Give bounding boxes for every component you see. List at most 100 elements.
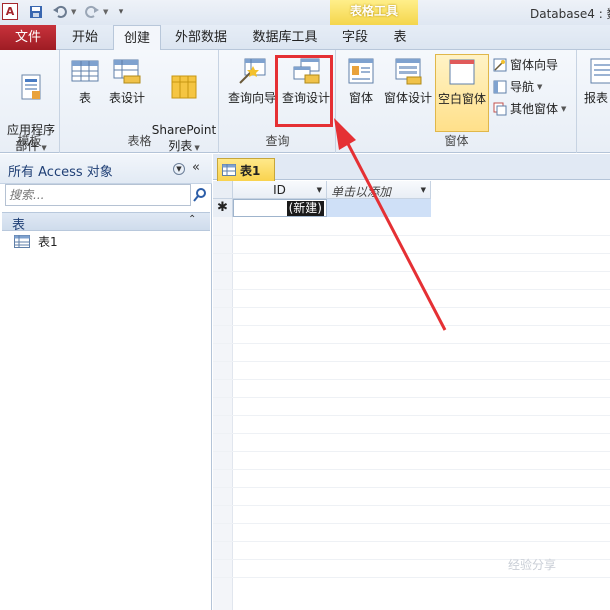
table-tools-context-header: 表格工具 [330,0,418,25]
navigation-pane: 所有 Access 对象 ▼ « 表 ⌃ 表1 [0,154,212,610]
grid-line [213,433,610,434]
tab-fields[interactable]: 字段 [336,25,374,50]
grid-line [213,289,610,290]
redo-icon [85,5,99,18]
cell-click-to-add-new-record[interactable] [327,199,431,217]
access-logo-icon[interactable]: A [2,3,18,20]
customize-toolbar-icon[interactable]: ▾ [116,3,126,21]
column-header-click-to-add[interactable]: 单击以添加 ▼ [327,181,431,199]
more-forms-dropdown-icon: ▼ [561,104,567,113]
column-dropdown-icon[interactable]: ▼ [317,186,322,194]
cell-id-new-record[interactable]: (新建) [233,199,327,217]
grid-line [213,577,610,578]
table-label: 表 [78,91,91,105]
form-icon [348,58,374,84]
more-forms-label: 其他窗体 [510,102,559,116]
window-title: Database4 : 数 [530,7,610,21]
grid-line [213,235,610,236]
document-tab-table1[interactable]: 表1 [217,158,275,181]
group-templates: 应用程序 部件 ▼ 模板 [0,50,60,153]
form-design-label: 窗体设计 [383,91,432,105]
grid-line [213,397,610,398]
form-label: 窗体 [348,91,373,105]
select-all-cell[interactable] [213,181,233,199]
query-wizard-button[interactable]: 查询向导 [226,56,278,106]
more-forms-button[interactable]: 其他窗体 ▼ [493,100,566,117]
new-record-label: (新建) [286,201,324,216]
grid-line [213,469,610,470]
tab-home[interactable]: 开始 [64,25,106,50]
shutter-bar-collapse-icon[interactable]: « [192,160,200,175]
tab-database-tools[interactable]: 数据库工具 [245,25,325,50]
navigation-button[interactable]: 导航 ▼ [493,78,542,95]
column-dropdown-icon[interactable]: ▼ [421,186,426,194]
save-icon [30,6,42,18]
nav-item-table1[interactable]: 表1 [14,232,58,250]
navigation-label: 导航 [510,80,535,94]
grid-line [213,325,610,326]
query-wizard-label: 查询向导 [227,91,276,105]
application-parts-icon [21,74,41,100]
more-forms-icon [493,102,507,115]
table-icon [71,60,99,82]
nav-group-tables[interactable]: 表 ⌃ [2,212,210,233]
highlight-box-query-design [275,55,333,127]
title-bar: A ▼ ▼ ▾ 表格工具 Database4 : 数 [0,0,610,25]
table-design-button[interactable]: 表设计 [105,56,149,106]
undo-button[interactable] [52,3,68,21]
grid-line [213,307,610,308]
tab-create[interactable]: 创建 [113,25,161,51]
form-wizard-label: 窗体向导 [510,58,559,72]
table-design-icon [113,59,141,84]
tab-external-data[interactable]: 外部数据 [168,25,234,50]
report-label: 报表 [584,91,609,105]
navigation-icon [493,80,507,93]
blank-form-label: 空白窗体 [437,92,486,106]
nav-menu-dropdown-icon[interactable]: ▼ [173,163,185,175]
form-design-button[interactable]: 窗体设计 [383,56,433,106]
nav-search-input[interactable] [5,184,191,206]
table-icon [14,234,30,248]
grid-line [213,343,610,344]
collapse-group-icon[interactable]: ⌃ [188,214,196,225]
group-forms: 窗体 窗体设计 空白窗体 窗体向导 导航 ▼ 其他窗体 ▼ 窗体 [337,50,577,153]
group-label-queries: 查询 [265,134,290,148]
grid-line [213,523,610,524]
record-selector-column [213,217,233,610]
document-tab-label: 表1 [240,163,261,178]
new-record-marker[interactable]: ✱ [213,199,233,217]
datasheet-grid: ID ▼ 单击以添加 ▼ ✱ (新建) [213,181,610,610]
navigation-dropdown-icon: ▼ [537,82,543,91]
query-wizard-icon [239,58,266,84]
redo-button[interactable] [84,3,100,21]
tab-file[interactable]: 文件 [0,25,56,50]
grid-line [213,253,610,254]
document-tab-bar: 表1 [213,154,610,181]
watermark: 经验分享 [508,558,557,572]
undo-dropdown-icon[interactable]: ▼ [71,8,76,16]
report-icon [590,58,610,84]
grid-line [213,415,610,416]
report-button[interactable]: 报表 [584,56,610,106]
tab-table[interactable]: 表 [384,25,416,50]
navigation-pane-title[interactable]: 所有 Access 对象 [8,161,113,180]
group-label-templates: 模板 [17,134,42,148]
table-button[interactable]: 表 [67,56,103,106]
grid-line [213,379,610,380]
save-button[interactable] [28,3,44,21]
form-wizard-icon [493,58,507,71]
document-area: 表1 ID ▼ 单击以添加 ▼ ✱ (新建) [213,154,610,610]
blank-form-button[interactable]: 空白窗体 [435,54,489,132]
redo-dropdown-icon[interactable]: ▼ [103,8,108,16]
grid-line [213,505,610,506]
form-wizard-button[interactable]: 窗体向导 [493,56,558,73]
group-reports: 报表 [578,50,610,153]
form-design-icon [395,58,422,85]
group-label-forms: 窗体 [444,134,469,148]
form-button[interactable]: 窗体 [343,56,379,106]
column-header-id[interactable]: ID ▼ [233,181,327,199]
group-tables: 表 表设计 SharePoint 列表 ▼ 表格 [61,50,219,153]
search-icon[interactable] [192,187,208,203]
nav-item-label: 表1 [38,234,58,249]
column-header-label: ID [273,183,286,197]
